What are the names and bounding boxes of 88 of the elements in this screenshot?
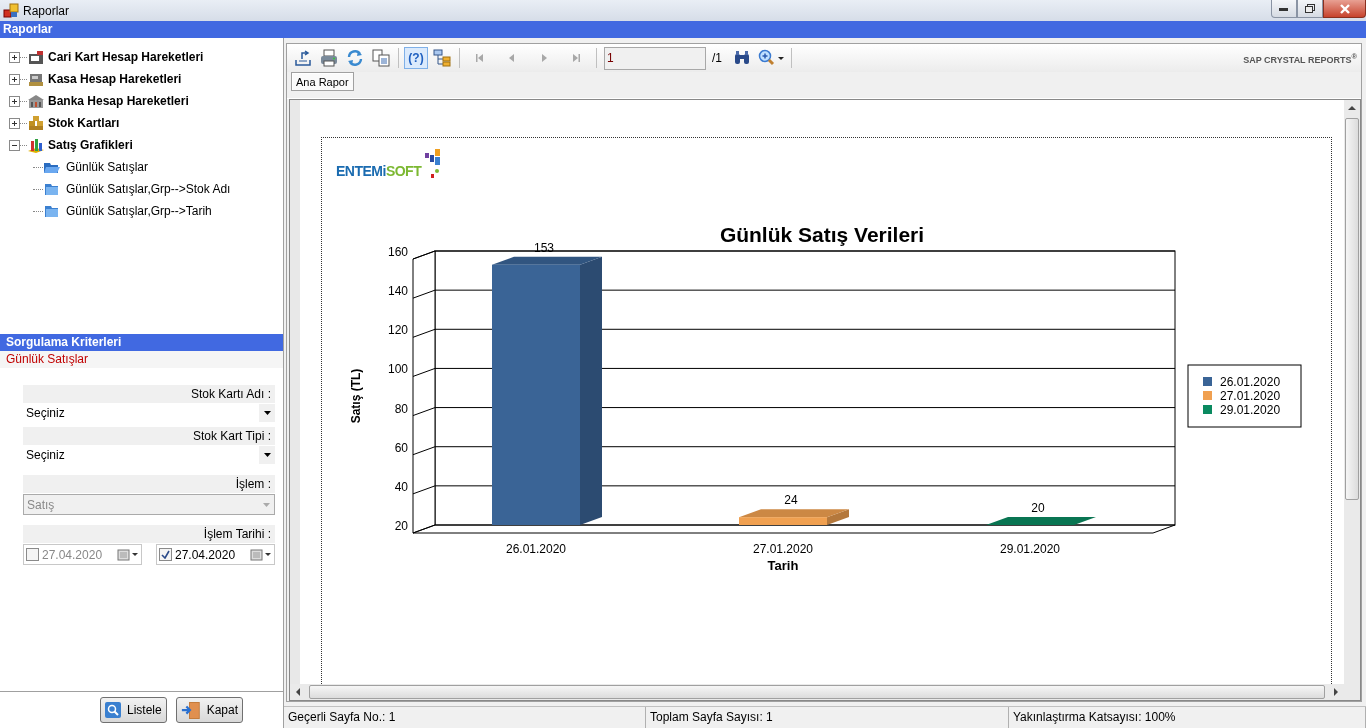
copy-icon[interactable] bbox=[372, 49, 390, 67]
tree-item[interactable]: Banka Hesap Hareketleri bbox=[48, 94, 189, 108]
collapse-icon[interactable] bbox=[9, 139, 20, 151]
door-exit-icon[interactable] bbox=[181, 699, 201, 721]
tree-item[interactable]: Kasa Hesap Hareketleri bbox=[48, 72, 182, 86]
vertical-scrollbar[interactable] bbox=[1344, 100, 1360, 700]
brand-label: SAP CRYSTAL REPORTS$^{®}$ bbox=[1243, 52, 1358, 65]
restore-icon[interactable] bbox=[1305, 4, 1315, 13]
axis-tick-label: 160 bbox=[387, 245, 408, 259]
tree-item[interactable]: Günlük Satışlar bbox=[66, 160, 149, 174]
axis-tick-label: 40 bbox=[394, 479, 408, 494]
status-text: Yakınlaştırma Katsayısı: 100% bbox=[1009, 707, 1366, 728]
print-icon[interactable] bbox=[320, 49, 338, 67]
axis-tick-label: 29.01.2020 bbox=[999, 542, 1061, 556]
tree-item[interactable]: Stok Kartları bbox=[48, 116, 120, 130]
expand-icon[interactable] bbox=[9, 73, 20, 85]
app-icon bbox=[3, 2, 19, 19]
field-label: Stok Kart Tipi : bbox=[23, 427, 275, 445]
refresh-icon[interactable] bbox=[346, 49, 364, 67]
action-button[interactable]: Listele bbox=[100, 697, 167, 723]
bank-icon bbox=[27, 93, 45, 109]
calendar-icon[interactable] bbox=[250, 548, 272, 561]
boxes-icon bbox=[27, 115, 45, 131]
scroll-left-icon[interactable] bbox=[295, 688, 301, 696]
minimize-button[interactable] bbox=[1271, 0, 1297, 18]
cash-register-icon bbox=[27, 71, 45, 87]
folder-icon bbox=[43, 203, 61, 219]
field-label: İşlem : bbox=[23, 475, 275, 493]
dropdown-arrow-icon[interactable] bbox=[263, 411, 271, 415]
tree-item[interactable]: Günlük Satışlar,Grp-->Tarih bbox=[66, 204, 212, 218]
group-tree-icon[interactable] bbox=[433, 49, 451, 67]
field-label: İşlem Tarihi : bbox=[23, 525, 275, 543]
close-button[interactable] bbox=[1323, 0, 1366, 18]
dropdown-field[interactable]: Seçiniz bbox=[23, 403, 275, 423]
minimize-icon[interactable] bbox=[1279, 6, 1289, 11]
axis-tick-label: 80 bbox=[394, 401, 408, 416]
page-number-field[interactable]: 1 bbox=[604, 46, 706, 70]
search-icon[interactable] bbox=[105, 702, 121, 718]
axis-tick-label: 27.01.2020 bbox=[752, 542, 814, 556]
axis-tick-label: 140 bbox=[387, 284, 408, 299]
calendar-icon[interactable] bbox=[117, 548, 139, 561]
help-button[interactable]: (?) bbox=[404, 47, 428, 69]
folder-icon bbox=[43, 181, 61, 197]
section-subtitle: Günlük Satışlar bbox=[0, 351, 283, 368]
scroll-right-icon[interactable] bbox=[1333, 688, 1339, 696]
legend-label: 26.01.2020 bbox=[1220, 375, 1281, 389]
axis-tick-label: 26.01.2020 bbox=[505, 542, 567, 556]
dropdown-field: Satış bbox=[23, 494, 275, 515]
expand-icon[interactable] bbox=[9, 95, 20, 107]
report-tab[interactable]: Ana Rapor bbox=[291, 72, 354, 91]
dropdown-arrow-icon[interactable] bbox=[263, 453, 271, 457]
section-header: Sorgulama Kriterleri bbox=[0, 334, 283, 351]
expand-icon[interactable] bbox=[9, 117, 20, 129]
axis-tick-label: 100 bbox=[387, 362, 408, 377]
status-text: Geçerli Sayfa No.: 1 bbox=[284, 707, 646, 728]
panel-header: Raporlar bbox=[0, 21, 1366, 38]
axis-tick-label: 120 bbox=[387, 323, 408, 338]
action-button[interactable]: Kapat bbox=[176, 697, 243, 723]
page-total: /1 bbox=[712, 51, 722, 65]
restore-button[interactable] bbox=[1297, 0, 1323, 18]
data-label: 24 bbox=[784, 493, 798, 508]
tree-item[interactable]: Cari Kart Hesap Hareketleri bbox=[48, 50, 204, 64]
legend-label: 29.01.2020 bbox=[1220, 403, 1281, 417]
tree-item[interactable]: Satış Grafikleri bbox=[48, 138, 133, 152]
dropdown-field[interactable]: Seçiniz bbox=[23, 445, 275, 465]
data-label: 20 bbox=[1031, 501, 1045, 515]
tree-item[interactable]: Günlük Satışlar,Grp-->Stok Adı bbox=[66, 182, 231, 196]
axis-title: Tarih bbox=[767, 558, 799, 573]
axis-tick-label: 20 bbox=[394, 519, 408, 533]
checkbox[interactable] bbox=[26, 548, 39, 561]
horizontal-scrollbar[interactable] bbox=[290, 684, 1344, 700]
scroll-up-icon[interactable] bbox=[1348, 105, 1356, 111]
expand-icon[interactable] bbox=[9, 51, 20, 63]
card-icon bbox=[27, 49, 45, 65]
export-icon[interactable] bbox=[294, 49, 312, 67]
window-title: Raporlar bbox=[23, 3, 71, 18]
logo-text: ENTEMiSOFT bbox=[336, 163, 422, 179]
binoculars-icon[interactable] bbox=[733, 49, 751, 67]
bar-chart-icon bbox=[27, 137, 45, 153]
checkbox[interactable] bbox=[159, 548, 172, 561]
field-label: Stok Kartı Adı : bbox=[23, 385, 275, 403]
legend-label: 27.01.2020 bbox=[1220, 389, 1281, 403]
status-text: Toplam Sayfa Sayısı: 1 bbox=[646, 707, 1009, 728]
zoom-icon[interactable] bbox=[757, 49, 785, 67]
close-icon[interactable] bbox=[1338, 3, 1351, 14]
chart-title: Günlük Satış Verileri bbox=[719, 223, 925, 246]
axis-tick-label: 60 bbox=[394, 440, 408, 455]
axis-title: Satış (TL) bbox=[349, 368, 363, 424]
